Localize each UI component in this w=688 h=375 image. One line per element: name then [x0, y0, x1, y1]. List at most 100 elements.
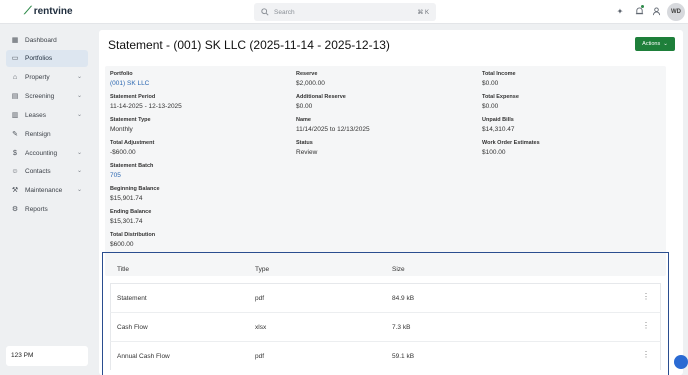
document-title: Cash Flow — [117, 324, 148, 331]
field-label: Total Expense — [482, 94, 519, 100]
sidebar: ▦ Dashboard ▭ Portfolios ⌂ Property ⌄ ▤ … — [0, 24, 96, 375]
table-header: Title Type Size — [103, 253, 668, 284]
notification-dot — [641, 5, 644, 8]
sidebar-item-label: Contacts — [25, 168, 51, 175]
documents-table: Title Type Size Statement pdf 84.9 kB ⋮ … — [102, 252, 669, 375]
table-row[interactable]: Statement pdf 84.9 kB ⋮ — [110, 283, 661, 312]
field-value: $0.00 — [482, 80, 499, 87]
kebab-menu-icon[interactable]: ⋮ — [642, 351, 650, 359]
column-header-title[interactable]: Title — [117, 266, 129, 273]
search-input[interactable]: Search ⌘ K — [254, 3, 436, 21]
field-value: $0.00 — [482, 103, 499, 110]
column-header-type[interactable]: Type — [255, 266, 269, 273]
statement-card: Statement - (001) SK LLC (2025-11-14 - 2… — [99, 30, 683, 375]
sidebar-item-accounting[interactable]: $ Accounting ⌄ — [6, 145, 88, 162]
document-size: 7.3 kB — [392, 324, 411, 331]
field-label: Statement Type — [110, 117, 151, 123]
chevron-down-icon: ⌄ — [76, 112, 82, 118]
field-value: $15,301.74 — [110, 218, 143, 225]
table-row[interactable]: Annual Cash Flow pdf 59.1 kB ⋮ — [110, 341, 661, 370]
field-value: Review — [296, 149, 318, 156]
field-value: $100.00 — [482, 149, 506, 156]
field-value: 11/14/2025 to 12/13/2025 — [296, 126, 370, 133]
field-value: $14,310.47 — [482, 126, 515, 133]
sidebar-item-rentsign[interactable]: ✎ Rentsign — [6, 126, 88, 143]
statement-details: Portfolio (001) SK LLC Statement Period … — [105, 66, 666, 276]
field-label: Status — [296, 140, 313, 146]
leases-icon: ▥ — [11, 111, 19, 119]
field-ending-balance: Ending Balance $15,301.74 — [110, 209, 151, 225]
chevron-down-icon: ⌄ — [76, 187, 82, 193]
chevron-down-icon: ⌄ — [76, 74, 82, 80]
property-icon: ⌂ — [12, 73, 18, 81]
field-total-adjustment: Total Adjustment -$600.00 — [110, 140, 154, 156]
sidebar-item-leases[interactable]: ▥ Leases ⌄ — [6, 107, 88, 124]
document-type: xlsx — [255, 324, 267, 331]
field-value: -$600.00 — [110, 149, 136, 156]
search-icon — [261, 8, 269, 16]
sidebar-item-label: Reports — [25, 206, 48, 213]
field-label: Statement Batch — [110, 163, 154, 169]
sidebar-item-maintenance[interactable]: ⚒ Maintenance ⌄ — [6, 182, 88, 199]
accounting-icon: $ — [13, 149, 17, 157]
field-total-distribution: Total Distribution $600.00 — [110, 232, 155, 248]
field-label: Total Adjustment — [110, 140, 155, 146]
user-lock-icon[interactable] — [651, 7, 661, 17]
sidebar-item-screening[interactable]: ▤ Screening ⌄ — [6, 88, 88, 105]
screening-icon: ▤ — [11, 92, 19, 100]
maintenance-icon: ⚒ — [11, 186, 19, 194]
chat-widget-icon[interactable] — [674, 355, 688, 369]
portfolios-icon: ▭ — [11, 54, 19, 62]
reports-icon: ⚙ — [11, 205, 19, 213]
field-statement-period: Statement Period 11-14-2025 - 12-13-2025 — [110, 94, 182, 110]
actions-label: Actions — [642, 41, 661, 47]
field-value: $600.00 — [110, 241, 134, 248]
logo-text: rentvine — [33, 6, 73, 17]
field-value: 11-14-2025 - 12-13-2025 — [110, 103, 182, 110]
field-label: Beginning Balance — [110, 186, 160, 192]
column-header-size[interactable]: Size — [392, 266, 405, 273]
field-label: Additional Reserve — [296, 94, 346, 100]
sidebar-item-portfolios[interactable]: ▭ Portfolios — [6, 50, 88, 67]
dashboard-icon: ▦ — [11, 36, 19, 44]
avatar[interactable]: WD — [667, 3, 685, 21]
document-size: 84.9 kB — [392, 295, 415, 302]
document-type: pdf — [255, 295, 265, 302]
document-type: pdf — [255, 353, 265, 360]
field-value: $2,000.00 — [296, 80, 325, 87]
field-label: Ending Balance — [110, 209, 152, 215]
table-row[interactable]: Cash Flow xlsx 7.3 kB ⋮ — [110, 312, 661, 341]
field-label: Portfolio — [110, 71, 133, 77]
sidebar-item-label: Dashboard — [25, 37, 57, 44]
ai-sparkle-icon[interactable]: ✦ — [615, 7, 625, 17]
sidebar-item-property[interactable]: ⌂ Property ⌄ — [6, 69, 88, 86]
notifications-icon[interactable] — [634, 7, 644, 17]
sidebar-item-reports[interactable]: ⚙ Reports — [6, 201, 88, 218]
kebab-menu-icon[interactable]: ⋮ — [642, 293, 650, 301]
field-label: Statement Period — [110, 94, 156, 100]
sidebar-item-label: Rentsign — [25, 131, 51, 138]
kebab-menu-icon[interactable]: ⋮ — [642, 322, 650, 330]
field-reserve: Reserve $2,000.00 — [296, 71, 325, 87]
search-shortcut: ⌘ K — [417, 9, 429, 16]
field-statement-batch: Statement Batch 705 — [110, 163, 153, 179]
field-additional-reserve: Additional Reserve $0.00 — [296, 94, 346, 110]
sidebar-item-label: Leases — [25, 112, 46, 119]
chevron-down-icon: ⌄ — [76, 168, 82, 174]
rentvine-logo[interactable]: ⟋ rentvine — [24, 5, 73, 18]
sidebar-item-contacts[interactable]: ☺ Contacts ⌄ — [6, 163, 88, 180]
sidebar-item-dashboard[interactable]: ▦ Dashboard — [6, 32, 88, 49]
portfolio-link[interactable]: (001) SK LLC — [110, 80, 149, 87]
field-beginning-balance: Beginning Balance $15,901.74 — [110, 186, 160, 202]
actions-button[interactable]: Actions ⌄ — [635, 37, 675, 51]
statement-batch-link[interactable]: 705 — [110, 172, 153, 179]
sidebar-item-label: Portfolios — [25, 55, 53, 62]
page-title: Statement - (001) SK LLC (2025-11-14 - 2… — [108, 38, 390, 52]
logo-mark-icon: ⟋ — [24, 5, 32, 17]
chevron-down-icon: ⌄ — [76, 150, 82, 156]
field-value: $0.00 — [296, 103, 313, 110]
field-label: Total Distribution — [110, 232, 156, 238]
field-label: Reserve — [296, 71, 318, 77]
document-title: Statement — [117, 295, 147, 302]
sidebar-item-label: Accounting — [25, 150, 58, 157]
